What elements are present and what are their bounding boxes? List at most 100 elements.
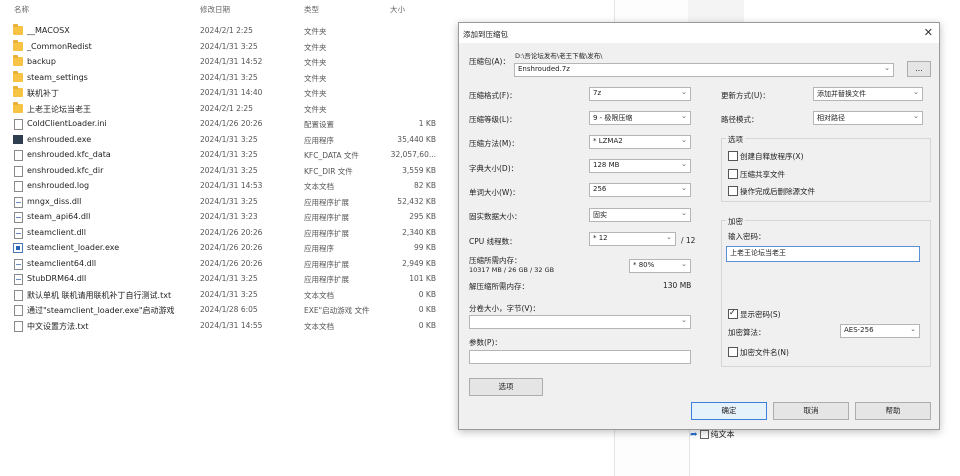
folder-icon	[13, 101, 23, 113]
shared-files-checkbox[interactable]	[728, 169, 738, 179]
archive-name-combobox[interactable]: Enshrouded.7z ⌄	[514, 63, 894, 77]
word-select[interactable]: 256 ⌄	[589, 183, 691, 197]
plain-text-checkbox[interactable]	[699, 430, 709, 439]
file-row[interactable]: mngx_diss.dll 2024/1/31 3:25 应用程序扩展 52,432 …	[0, 194, 456, 209]
file-size: 32,057,60...	[390, 150, 436, 159]
chevron-down-icon: ⌄	[681, 160, 687, 168]
file-row[interactable]: enshrouded.log 2024/1/31 14:53 文本文档 82 KB	[0, 178, 456, 193]
file-type: 应用程序扩展	[304, 259, 349, 269]
file-size: 295 KB	[409, 212, 436, 221]
params-input[interactable]	[469, 350, 691, 364]
file-size: 101 KB	[409, 274, 436, 283]
sfx-checkbox[interactable]	[728, 151, 738, 161]
chevron-down-icon: ⌄	[681, 316, 687, 324]
file-row[interactable]: steam_settings 2024/1/31 3:25 文件夹	[0, 70, 456, 85]
encrypt-names-checkbox[interactable]	[728, 347, 738, 357]
file-explorer: 名称 修改日期 类型 大小 __MACOSX 2024/2/1 2:25 文件夹 _C…	[0, 0, 456, 476]
options-group: 选项 创建自释放程序(X) 压缩共享文件 操作完成后删除源文件	[721, 134, 931, 202]
col-name[interactable]: 名称	[14, 4, 29, 15]
help-button[interactable]: 帮助	[855, 402, 931, 420]
path-value: 相对路径	[817, 114, 845, 122]
chevron-down-icon: ⌄	[666, 233, 672, 241]
encryption-group: 加密 输入密码： 上老王论坛当老王 显示密码(S) 加密算法： AES-256 ⌄…	[721, 216, 931, 367]
file-size: 99 KB	[414, 243, 436, 252]
delete-after-checkbox[interactable]	[728, 186, 738, 196]
file-row[interactable]: enshrouded.kfc_dir 2024/1/31 3:25 KFC_DIR …	[0, 163, 456, 178]
file-row[interactable]: steamclient_loader.exe 2024/1/26 20:26 应用程…	[0, 240, 456, 255]
format-select[interactable]: 7z ⌄	[589, 87, 691, 101]
file-row[interactable]: steamclient.dll 2024/1/26 20:26 应用程序扩展 2,34…	[0, 225, 456, 240]
level-select[interactable]: 9 - 极限压缩 ⌄	[589, 111, 691, 125]
options-button[interactable]: 选项	[469, 378, 543, 396]
chevron-down-icon: ⌄	[681, 184, 687, 192]
file-name: steam_api64.dll	[27, 212, 91, 221]
file-type: 配置设置	[304, 120, 334, 129]
chevron-down-icon: ⌄	[681, 88, 687, 96]
file-row[interactable]: enshrouded.kfc_data 2024/1/31 3:25 KFC_DAT…	[0, 147, 456, 162]
plain-text-toggle[interactable]: ➦ 纯文本	[690, 429, 735, 440]
shared-files-label: 压缩共享文件	[740, 170, 785, 179]
file-row[interactable]: __MACOSX 2024/2/1 2:25 文件夹	[0, 23, 456, 38]
file-row[interactable]: backup 2024/1/31 14:52 文件夹	[0, 54, 456, 69]
file-name: steamclient64.dll	[27, 258, 97, 268]
background-strip	[688, 0, 744, 22]
file-name: 默认单机 联机请用联机补丁自行测试.txt	[27, 290, 172, 300]
file-name: enshrouded.exe	[27, 134, 92, 144]
method-select[interactable]: * LZMA2 ⌄	[589, 135, 691, 149]
column-header: 名称 修改日期 类型 大小	[0, 0, 456, 16]
file-size: 35,440 KB	[397, 134, 436, 144]
file-row[interactable]: 中文设置方法.txt 2024/1/31 14:55 文本文档 0 KB	[0, 318, 456, 333]
browse-button[interactable]: ...	[907, 61, 931, 77]
path-select[interactable]: 相对路径 ⌄	[813, 111, 923, 125]
solid-select[interactable]: 固实 ⌄	[589, 208, 691, 222]
file-name: 联机补丁	[27, 89, 59, 98]
file-size: 0 KB	[418, 289, 436, 299]
close-icon[interactable]: ✕	[924, 26, 933, 39]
file-size: 52,432 KB	[397, 196, 436, 206]
chevron-down-icon: ⌄	[681, 136, 687, 144]
mem-pct-value: * 80%	[633, 261, 655, 269]
file-type: 应用程序扩展	[304, 197, 349, 207]
chevron-down-icon: ⌄	[681, 260, 687, 268]
password-input[interactable]: 上老王论坛当老王	[726, 246, 920, 262]
dict-value: 128 MB	[593, 161, 620, 169]
show-password-checkbox[interactable]	[728, 308, 738, 319]
mem-pct-select[interactable]: * 80% ⌄	[629, 259, 691, 273]
file-size: 1 KB	[418, 119, 436, 128]
file-row[interactable]: 联机补丁 2024/1/31 14:40 文件夹	[0, 85, 456, 100]
file-row[interactable]: enshrouded.exe 2024/1/31 3:25 应用程序 35,440 K…	[0, 132, 456, 147]
ok-button[interactable]: 确定	[691, 402, 767, 420]
dialog-titlebar: 添加到压缩包 ✕	[459, 23, 939, 43]
update-select[interactable]: 添加并替换文件 ⌄	[813, 87, 923, 101]
col-type[interactable]: 类型	[304, 4, 319, 15]
file-icon	[14, 320, 23, 332]
file-size: 0 KB	[418, 305, 436, 314]
split-combobox[interactable]: ⌄	[469, 315, 691, 329]
file-date: 2024/1/26 20:26	[200, 227, 263, 237]
file-row[interactable]: steam_api64.dll 2024/1/31 3:23 应用程序扩展 295 K…	[0, 209, 456, 224]
col-date[interactable]: 修改日期	[200, 4, 230, 15]
file-row[interactable]: StubDRM64.dll 2024/1/31 3:25 应用程序扩展 101 KB	[0, 271, 456, 286]
file-type: 文本文档	[304, 182, 334, 191]
file-row[interactable]: ColdClientLoader.ini 2024/1/26 20:26 配置设置 1…	[0, 116, 456, 131]
file-row[interactable]: steamclient64.dll 2024/1/26 20:26 应用程序扩展 2,…	[0, 256, 456, 271]
threads-select[interactable]: * 12 ⌄	[589, 232, 676, 246]
chevron-down-icon: ⌄	[681, 112, 687, 120]
cancel-button[interactable]: 取消	[773, 402, 849, 420]
enc-method-select[interactable]: AES-256 ⌄	[840, 324, 920, 338]
dict-select[interactable]: 128 MB ⌄	[589, 159, 691, 173]
file-date: 2024/1/26 20:26	[200, 243, 263, 252]
mem-sub: 10317 MB / 26 GB / 32 GB	[469, 266, 555, 274]
file-date: 2024/1/28 6:05	[200, 305, 258, 314]
file-row[interactable]: 默认单机 联机请用联机补丁自行测试.txt 2024/1/31 3:25 文本文档 0…	[0, 287, 456, 302]
method-value: * LZMA2	[593, 137, 623, 145]
file-name: 中文设置方法.txt	[27, 321, 89, 331]
file-type: KFC_DIR 文件	[304, 166, 353, 176]
file-row[interactable]: _CommonRedist 2024/1/31 3:25 文件夹	[0, 39, 456, 54]
file-name: _CommonRedist	[27, 41, 92, 51]
file-row[interactable]: 通过"steamclient_loader.exe"启动游戏 2024/1/28 …	[0, 302, 456, 317]
col-size[interactable]: 大小	[390, 4, 405, 15]
file-row[interactable]: 上老王论坛当老王 2024/2/1 2:25 文件夹	[0, 101, 456, 116]
file-icon	[14, 289, 23, 301]
dll-file-icon	[14, 274, 23, 285]
